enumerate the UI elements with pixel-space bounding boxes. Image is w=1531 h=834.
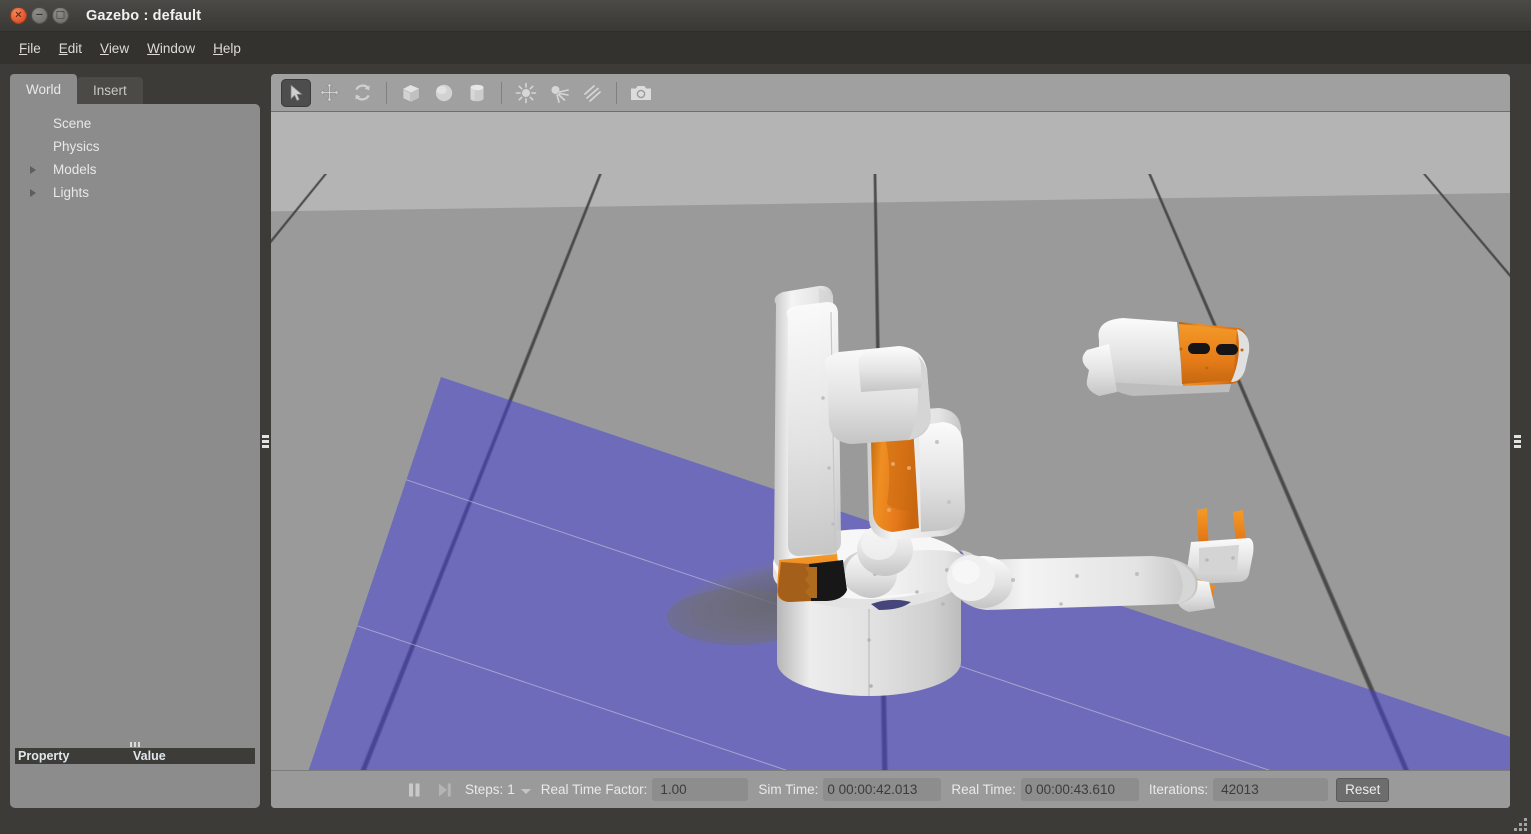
spot-light-icon <box>551 85 569 103</box>
rotate-mode-button[interactable] <box>347 79 377 107</box>
insert-point-light-button[interactable] <box>511 79 541 107</box>
window-title: Gazebo : default <box>86 7 202 24</box>
translate-mode-button[interactable] <box>314 79 344 107</box>
iterations-field: 42013 <box>1213 778 1329 801</box>
directional-light-icon <box>584 84 601 102</box>
tree-item-scene[interactable]: Scene <box>10 112 260 135</box>
pause-icon <box>409 783 420 796</box>
insert-directional-light-button[interactable] <box>577 79 607 107</box>
real-time-factor-label: Real Time Factor: <box>540 782 648 797</box>
step-forward-icon <box>439 783 451 796</box>
insert-sphere-button[interactable] <box>429 79 459 107</box>
real-time-label: Real Time: <box>951 782 1016 797</box>
tree-item-label: Lights <box>53 185 90 200</box>
close-button[interactable]: × <box>10 7 27 24</box>
step-forward-button[interactable] <box>429 777 459 803</box>
window-resize-grip[interactable] <box>1511 815 1527 831</box>
chevron-down-icon[interactable] <box>520 789 531 794</box>
steps-label: Steps: <box>465 782 504 797</box>
minimize-icon: − <box>35 9 44 20</box>
tab-world[interactable]: World <box>10 74 78 104</box>
splitter-grip-icon <box>130 741 140 747</box>
render-area: Steps: 1 Real Time Factor: 1.00 Sim Time… <box>271 74 1510 808</box>
menu-file[interactable]: File <box>10 37 50 60</box>
translate-icon <box>319 82 339 103</box>
tree-item-label: Physics <box>53 139 100 154</box>
panel-tabstrip: World Insert <box>10 74 260 104</box>
splitter-grip-icon <box>1513 434 1521 448</box>
real-time-field: 0 00:00:43.610 <box>1020 778 1139 801</box>
tree-item-models[interactable]: Models <box>10 158 260 181</box>
minimize-button[interactable]: − <box>31 7 48 24</box>
camera-icon <box>631 85 651 100</box>
chevron-right-icon[interactable] <box>26 163 40 177</box>
maximize-button[interactable]: □ <box>52 7 69 24</box>
menu-window[interactable]: Window <box>138 37 204 60</box>
pause-button[interactable] <box>399 777 429 803</box>
screenshot-button[interactable] <box>626 79 656 107</box>
point-light-icon <box>515 82 537 103</box>
chevron-right-icon[interactable] <box>26 186 40 200</box>
toolbar-separator <box>386 81 387 104</box>
close-icon: × <box>14 9 23 20</box>
menu-view[interactable]: View <box>91 37 138 60</box>
box-icon <box>402 84 420 102</box>
tree-item-label: Models <box>53 162 97 177</box>
maximize-icon: □ <box>55 9 66 20</box>
column-header-value: Value <box>133 749 166 763</box>
tree-item-lights[interactable]: Lights <box>10 181 260 204</box>
toolbar-separator <box>501 81 502 104</box>
render-toolbar <box>271 74 1510 112</box>
menu-bar: File Edit View Window Help <box>0 32 1531 64</box>
simulation-status-bar: Steps: 1 Real Time Factor: 1.00 Sim Time… <box>271 770 1510 808</box>
3d-viewport[interactable] <box>271 112 1510 808</box>
left-panel: World Insert Scene Physics Models Lights… <box>10 74 260 808</box>
toolbar-separator <box>616 81 617 104</box>
property-table-header: Property Value <box>15 748 255 764</box>
title-bar: × − □ Gazebo : default <box>0 0 1531 32</box>
menu-help[interactable]: Help <box>204 37 250 60</box>
select-mode-button[interactable] <box>281 78 311 107</box>
splitter-grip-icon <box>262 434 269 448</box>
tree-item-label: Scene <box>53 116 92 131</box>
sphere-icon <box>435 84 453 101</box>
insert-spot-light-button[interactable] <box>544 79 574 107</box>
real-time-factor-field: 1.00 <box>652 778 749 801</box>
sim-time-label: Sim Time: <box>758 782 819 797</box>
tab-insert[interactable]: Insert <box>77 77 143 104</box>
select-arrow-icon <box>290 83 303 101</box>
sim-time-field: 0 00:00:42.013 <box>823 778 942 801</box>
cylinder-icon <box>470 84 484 101</box>
menu-edit[interactable]: Edit <box>50 37 91 60</box>
steps-control[interactable]: Steps: 1 <box>465 782 531 797</box>
iterations-label: Iterations: <box>1148 782 1209 797</box>
main-vertical-splitter[interactable] <box>260 74 271 808</box>
steps-value: 1 <box>507 782 515 797</box>
window-controls: × − □ <box>10 7 69 24</box>
robot-model[interactable] <box>271 112 1510 808</box>
insert-box-button[interactable] <box>396 79 426 107</box>
world-tree: Scene Physics Models Lights <box>10 104 260 204</box>
reset-button[interactable]: Reset <box>1336 777 1390 802</box>
gazebo-window: × − □ Gazebo : default File Edit View Wi… <box>0 0 1531 834</box>
column-header-property: Property <box>18 749 70 763</box>
tree-item-physics[interactable]: Physics <box>10 135 260 158</box>
world-panel-body: Scene Physics Models Lights Property Val… <box>10 104 260 808</box>
rotate-icon <box>354 84 370 101</box>
right-vertical-splitter[interactable] <box>1510 74 1524 808</box>
insert-cylinder-button[interactable] <box>462 79 492 107</box>
